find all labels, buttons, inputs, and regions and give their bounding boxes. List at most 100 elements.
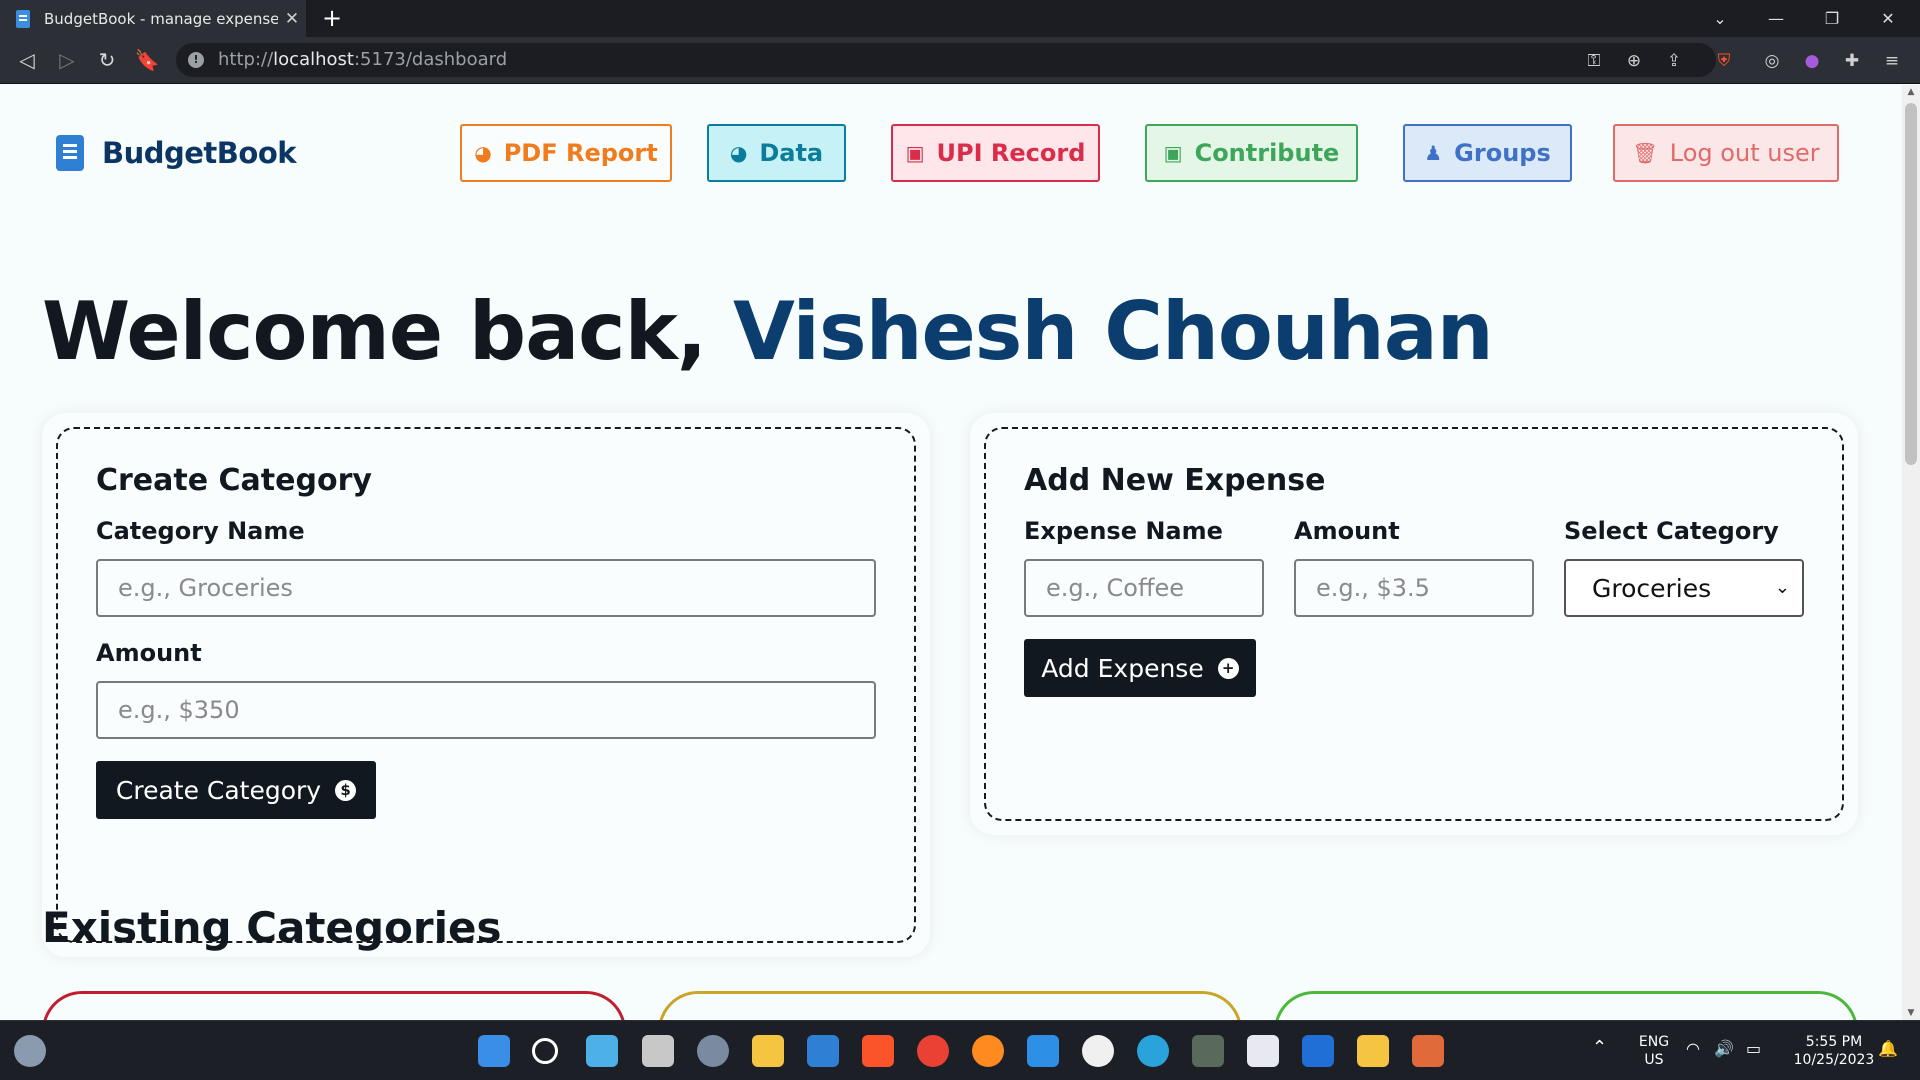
minimize-icon[interactable]: — bbox=[1748, 0, 1804, 37]
category-name-input[interactable] bbox=[96, 559, 876, 617]
scrollbar-thumb[interactable] bbox=[1905, 103, 1917, 465]
dashboard-page: BudgetBook ◕ PDF Report ◕ Data ▣ UPI Rec… bbox=[0, 85, 1902, 1020]
password-key-icon[interactable]: ⚿ bbox=[1582, 49, 1606, 73]
logout-label: Log out user bbox=[1669, 139, 1820, 167]
contribute-button[interactable]: ▣ Contribute bbox=[1145, 124, 1358, 182]
clock[interactable]: 5:55 PM 10/25/2023 bbox=[1784, 1033, 1884, 1069]
groups-label: Groups bbox=[1454, 139, 1551, 167]
select-category-label: Select Category bbox=[1564, 517, 1779, 545]
data-button[interactable]: ◕ Data bbox=[707, 124, 846, 182]
tab-list-chevron-icon[interactable]: ⌄ bbox=[1692, 0, 1748, 37]
telegram-icon[interactable] bbox=[1137, 1035, 1169, 1067]
category-card[interactable] bbox=[42, 991, 626, 1020]
welcome-user-name: Vishesh Chouhan bbox=[733, 285, 1494, 378]
category-card[interactable] bbox=[1274, 991, 1858, 1020]
menu-hamburger-icon[interactable]: ≡ bbox=[1880, 49, 1904, 73]
create-category-button-label: Create Category bbox=[115, 775, 322, 805]
weather-icon[interactable] bbox=[14, 1035, 46, 1067]
store-icon[interactable] bbox=[807, 1035, 839, 1067]
groups-button[interactable]: ♟ Groups bbox=[1403, 124, 1572, 182]
task-view-icon[interactable] bbox=[642, 1035, 674, 1067]
url-scheme: http:// bbox=[218, 49, 274, 70]
new-tab-button[interactable]: + bbox=[318, 5, 346, 33]
wifi-icon[interactable]: ◠ bbox=[1686, 1040, 1700, 1058]
category-select[interactable]: Groceries ⌄ bbox=[1564, 559, 1804, 617]
scroll-down-icon[interactable]: ▼ bbox=[1902, 1008, 1920, 1018]
settings-gear-icon[interactable] bbox=[697, 1035, 729, 1067]
close-window-icon[interactable]: ✕ bbox=[1860, 0, 1916, 37]
start-windows-icon[interactable] bbox=[478, 1035, 510, 1067]
money-bill-icon: ▣ bbox=[1163, 141, 1183, 165]
search-icon[interactable] bbox=[532, 1038, 558, 1064]
browser-tab[interactable]: BudgetBook - manage expenses ✕ bbox=[0, 0, 306, 37]
language-indicator[interactable]: ENG US bbox=[1634, 1033, 1674, 1069]
reload-icon[interactable]: ↻ bbox=[92, 45, 122, 75]
budgetbook-favicon-icon bbox=[16, 9, 30, 28]
chevron-down-icon: ⌄ bbox=[1774, 577, 1790, 598]
volume-icon[interactable]: 🔊 bbox=[1714, 1040, 1734, 1058]
create-category-button[interactable]: Create Category $ bbox=[96, 761, 376, 819]
plus-circle-icon: + bbox=[1217, 657, 1239, 679]
expense-amount-input[interactable] bbox=[1294, 559, 1534, 617]
browser-tab-bar: BudgetBook - manage expenses ✕ + ⌄ — ❐ ✕ bbox=[0, 0, 1920, 37]
wireshark-icon[interactable] bbox=[1302, 1035, 1334, 1067]
battery-icon[interactable]: ▭ bbox=[1746, 1040, 1761, 1058]
firefox-icon[interactable] bbox=[972, 1035, 1004, 1067]
site-info-icon[interactable]: ! bbox=[188, 52, 204, 68]
pie-chart-icon: ◕ bbox=[729, 141, 748, 165]
category-amount-input[interactable] bbox=[96, 681, 876, 739]
brave-browser-icon[interactable] bbox=[862, 1035, 894, 1067]
notifications-icon[interactable]: 🔔 bbox=[1878, 1040, 1898, 1058]
pdf-report-button[interactable]: ◕ PDF Report bbox=[460, 124, 672, 182]
extension-glasses-icon[interactable]: ◎ bbox=[1760, 49, 1784, 73]
back-icon[interactable]: ◁ bbox=[12, 45, 42, 75]
category-select-value: Groceries bbox=[1592, 573, 1712, 603]
scroll-up-icon[interactable]: ▲ bbox=[1902, 87, 1920, 97]
brand-name: BudgetBook bbox=[102, 136, 297, 170]
vscode-icon[interactable] bbox=[1027, 1035, 1059, 1067]
brand[interactable]: BudgetBook bbox=[56, 135, 297, 171]
upi-record-button[interactable]: ▣ UPI Record bbox=[891, 124, 1100, 182]
pie-chart-icon: ◕ bbox=[474, 141, 492, 165]
welcome-greeting: Welcome back, bbox=[42, 285, 734, 378]
add-expense-title: Add New Expense bbox=[1024, 463, 1326, 498]
extension-purple-icon[interactable]: ● bbox=[1800, 49, 1824, 73]
git-icon[interactable] bbox=[1412, 1035, 1444, 1067]
paint-icon[interactable] bbox=[1247, 1035, 1279, 1067]
forward-icon[interactable]: ▷ bbox=[52, 45, 82, 75]
users-icon: ♟ bbox=[1424, 141, 1443, 165]
clock-date: 10/25/2023 bbox=[1793, 1052, 1875, 1068]
create-category-card: Create Category Category Name Amount Cre… bbox=[42, 413, 930, 957]
star-app-icon[interactable] bbox=[1357, 1035, 1389, 1067]
logout-button[interactable]: 🗑 Log out user bbox=[1613, 124, 1839, 182]
language-code: ENG bbox=[1638, 1034, 1670, 1050]
terminal-icon[interactable] bbox=[1192, 1035, 1224, 1067]
address-bar[interactable]: ! http://localhost:5173/dashboard bbox=[176, 43, 1716, 77]
tab-close-icon[interactable]: ✕ bbox=[278, 9, 306, 29]
copilot-icon[interactable] bbox=[586, 1035, 618, 1067]
page-scrollbar[interactable]: ▲ ▼ bbox=[1902, 85, 1920, 1020]
file-explorer-icon[interactable] bbox=[752, 1035, 784, 1067]
add-expense-button[interactable]: Add Expense + bbox=[1024, 639, 1256, 697]
share-icon[interactable]: ⇪ bbox=[1662, 49, 1686, 73]
clock-time: 5:55 PM bbox=[1805, 1034, 1863, 1050]
expense-name-input[interactable] bbox=[1024, 559, 1264, 617]
restore-icon[interactable]: ❐ bbox=[1804, 0, 1860, 37]
browser-toolbar: ◁ ▷ ↻ 🔖 ! http://localhost:5173/dashboar… bbox=[0, 37, 1920, 84]
extensions-puzzle-icon[interactable]: ✚ bbox=[1840, 49, 1864, 73]
category-name-label: Category Name bbox=[96, 517, 305, 545]
bookmark-icon[interactable]: 🔖 bbox=[132, 45, 162, 75]
add-expense-button-label: Add Expense bbox=[1041, 653, 1204, 683]
existing-categories-title: Existing Categories bbox=[42, 903, 502, 952]
mongodb-icon[interactable] bbox=[1082, 1035, 1114, 1067]
chrome-icon[interactable] bbox=[917, 1035, 949, 1067]
tray-chevron-up-icon[interactable]: ⌃ bbox=[1592, 1039, 1607, 1057]
url-host: localhost bbox=[273, 49, 354, 70]
tab-title: BudgetBook - manage expenses bbox=[44, 9, 278, 28]
zoom-icon[interactable]: ⊕ bbox=[1622, 49, 1646, 73]
category-card[interactable] bbox=[658, 991, 1242, 1020]
brave-shields-icon[interactable]: ⛨ bbox=[1712, 49, 1736, 73]
expense-amount-label: Amount bbox=[1294, 517, 1400, 545]
add-expense-card: Add New Expense Expense Name Amount Sele… bbox=[970, 413, 1858, 835]
upi-record-label: UPI Record bbox=[936, 139, 1086, 167]
